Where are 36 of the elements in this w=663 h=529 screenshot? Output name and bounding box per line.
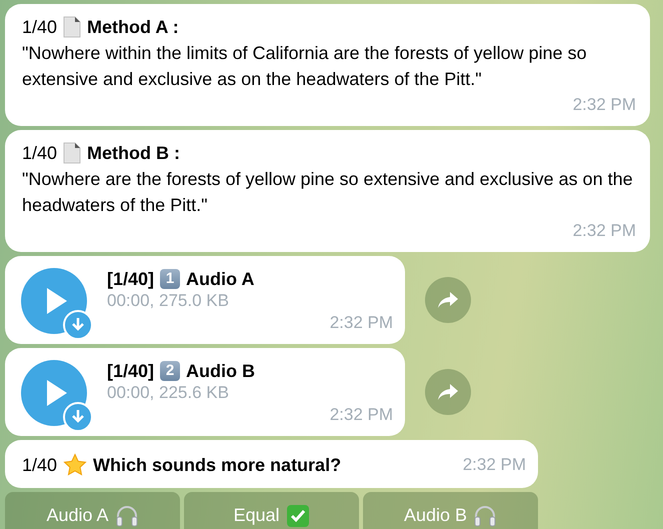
star-icon xyxy=(63,453,88,477)
message-time: 2:32 PM xyxy=(330,404,393,426)
check-icon xyxy=(286,504,310,528)
forward-button[interactable] xyxy=(425,369,471,415)
download-icon[interactable] xyxy=(63,310,93,340)
download-icon[interactable] xyxy=(63,402,93,432)
message-counter: 1/40 xyxy=(22,142,58,165)
audio-details: 00:00, 275.0 KB xyxy=(107,290,230,312)
message-text: "Nowhere within the limits of California are the forests of yellow pine so extensive and exclusive as on the headwaters of the Pitt." xyxy=(22,42,588,91)
audio-counter: [1/40] xyxy=(107,268,154,290)
message-counter: 1/40 xyxy=(22,454,58,477)
forward-button[interactable] xyxy=(425,277,471,323)
message-title: Method B : xyxy=(87,142,180,165)
document-icon xyxy=(63,16,82,38)
audio-details: 00:00, 225.6 KB xyxy=(107,382,230,404)
audio-title: Audio B xyxy=(186,360,256,382)
answer-button[interactable]: Audio B xyxy=(363,492,538,529)
message-title: Method A : xyxy=(87,16,179,39)
share-arrow-icon xyxy=(437,383,459,401)
message-time: 2:32 PM xyxy=(572,220,636,242)
message-counter: 1/40 xyxy=(22,16,58,39)
message-time: 2:32 PM xyxy=(330,312,393,334)
number-keycap: 1 xyxy=(160,269,180,289)
document-icon xyxy=(63,142,82,164)
question-text: Which sounds more natural? xyxy=(93,454,342,477)
headphones-icon xyxy=(114,504,139,528)
message-time: 2:32 PM xyxy=(462,454,526,476)
audio-title: Audio A xyxy=(186,268,254,290)
message-time: 2:32 PM xyxy=(572,94,636,116)
answer-button[interactable]: Equal xyxy=(184,492,359,529)
share-arrow-icon xyxy=(437,291,459,309)
answer-button[interactable]: Audio A xyxy=(5,492,180,529)
message-text: "Nowhere are the forests of yellow pine so extensive and exclusive as on the headwaters of the Pitt." xyxy=(22,168,634,217)
headphones-icon xyxy=(473,504,498,528)
number-keycap: 2 xyxy=(160,361,180,381)
audio-counter: [1/40] xyxy=(107,360,154,382)
